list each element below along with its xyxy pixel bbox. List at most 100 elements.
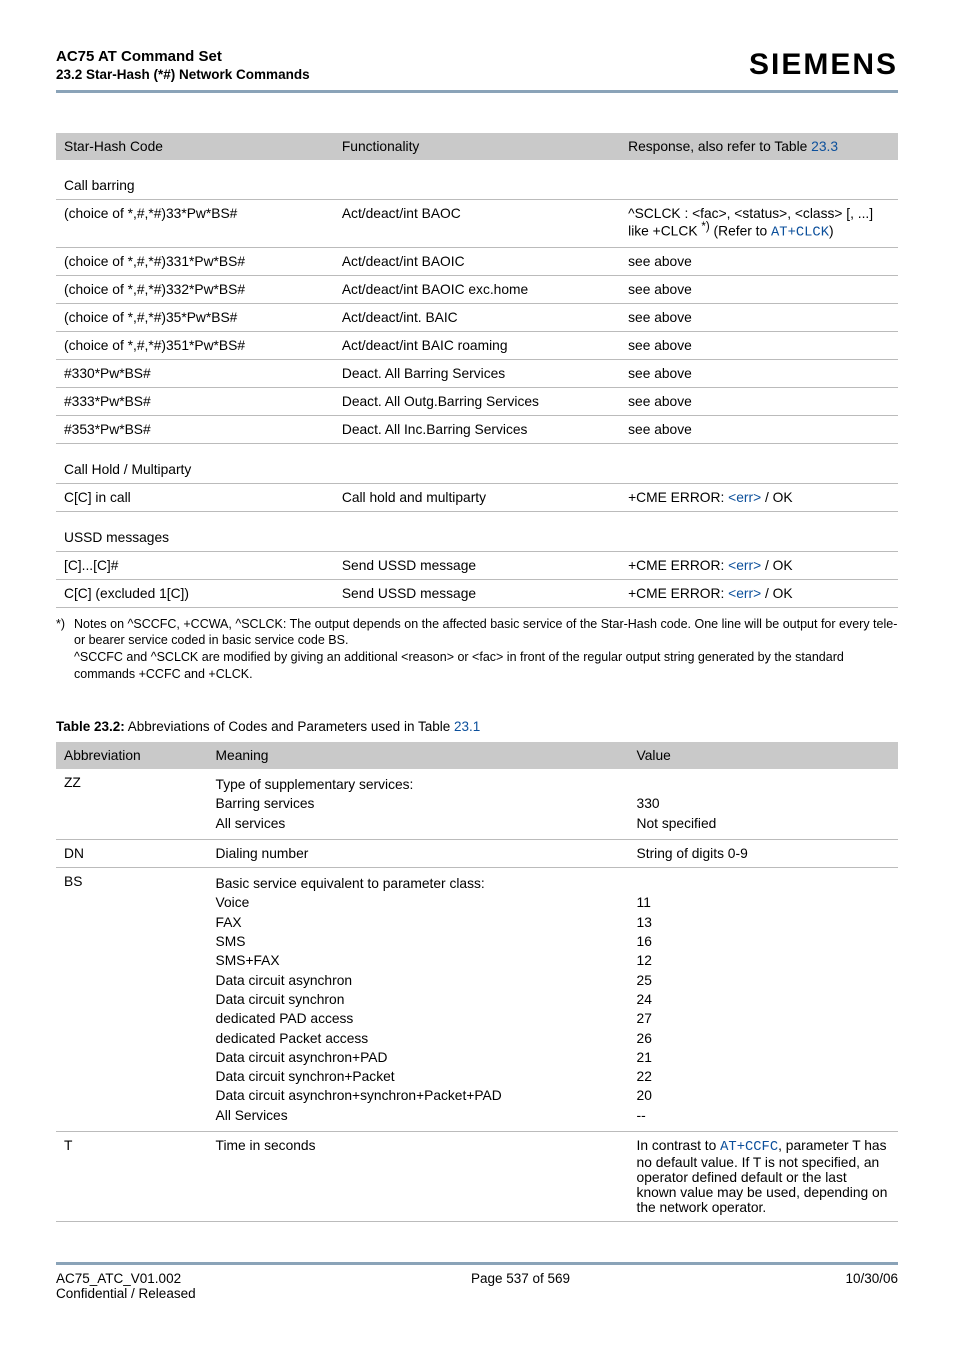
value-pre: In contrast to xyxy=(637,1138,721,1153)
cell-code: #330*Pw*BS# xyxy=(56,359,334,387)
col-abbrev: Abbreviation xyxy=(56,742,208,769)
cell-code: C[C] in call xyxy=(56,483,334,511)
section-row: Call Hold / Multiparty xyxy=(56,443,898,483)
abbrev-table: Abbreviation Meaning Value ZZ Type of su… xyxy=(56,742,898,1222)
footer-date: 10/30/06 xyxy=(845,1271,898,1301)
resp-sup: *) xyxy=(701,221,709,233)
table-header-row: Star-Hash Code Functionality Response, a… xyxy=(56,133,898,160)
cell-code: (choice of *,#,*#)351*Pw*BS# xyxy=(56,331,334,359)
table-row: DN Dialing number String of digits 0-9 xyxy=(56,840,898,868)
table-row: [C]...[C]# Send USSD message +CME ERROR:… xyxy=(56,551,898,579)
table2-caption: Table 23.2: Abbreviations of Codes and P… xyxy=(56,719,898,734)
cell-value: 11 13 16 12 25 24 27 26 21 22 20 -- xyxy=(629,868,898,1132)
err-link[interactable]: <err> xyxy=(728,558,761,573)
cell-code: (choice of *,#,*#)331*Pw*BS# xyxy=(56,247,334,275)
footnote-body: Notes on ^SCCFC, +CCWA, ^SCLCK: The outp… xyxy=(74,616,898,684)
section-title: USSD messages xyxy=(56,511,898,551)
cell-resp: +CME ERROR: <err> / OK xyxy=(620,483,898,511)
cell-resp: see above xyxy=(620,303,898,331)
table-row: C[C] in call Call hold and multiparty +C… xyxy=(56,483,898,511)
cell-abbr: BS xyxy=(56,868,208,1132)
cell-func: Act/deact/int. BAIC xyxy=(334,303,620,331)
cell-func: Deact. All Outg.Barring Services xyxy=(334,387,620,415)
section-row: Call barring xyxy=(56,160,898,200)
footnote: *) Notes on ^SCCFC, +CCWA, ^SCLCK: The o… xyxy=(56,616,898,684)
section-row: USSD messages xyxy=(56,511,898,551)
col-meaning: Meaning xyxy=(208,742,629,769)
cell-meaning: Type of supplementary services: Barring … xyxy=(208,769,629,839)
table-row: BS Basic service equivalent to parameter… xyxy=(56,868,898,1132)
col-response: Response, also refer to Table 23.3 xyxy=(620,133,898,160)
table-row: #353*Pw*BS# Deact. All Inc.Barring Servi… xyxy=(56,415,898,443)
response-table-link[interactable]: 23.3 xyxy=(811,139,838,154)
table2-caption-link[interactable]: 23.1 xyxy=(454,719,480,734)
resp-pre: +CME ERROR: xyxy=(628,586,728,601)
cell-func: Deact. All Inc.Barring Services xyxy=(334,415,620,443)
cell-resp: see above xyxy=(620,275,898,303)
section-title: Call barring xyxy=(56,160,898,200)
cell-meaning: Time in seconds xyxy=(208,1132,629,1222)
footer-page-number: Page 537 of 569 xyxy=(471,1271,570,1301)
col-response-label: Response, also refer to Table xyxy=(628,139,811,154)
table2-caption-bold: Table 23.2: xyxy=(56,719,125,734)
table-row: (choice of *,#,*#)332*Pw*BS# Act/deact/i… xyxy=(56,275,898,303)
cell-resp: see above xyxy=(620,415,898,443)
cell-meaning: Dialing number xyxy=(208,840,629,868)
resp-post: / OK xyxy=(761,586,792,601)
resp-pre: +CME ERROR: xyxy=(628,558,728,573)
table-row: ZZ Type of supplementary services: Barri… xyxy=(56,769,898,839)
table-row: (choice of *,#,*#)331*Pw*BS# Act/deact/i… xyxy=(56,247,898,275)
footer-left: AC75_ATC_V01.002 Confidential / Released xyxy=(56,1271,196,1301)
table-row: C[C] (excluded 1[C]) Send USSD message +… xyxy=(56,579,898,607)
cell-resp: see above xyxy=(620,331,898,359)
col-value: Value xyxy=(629,742,898,769)
cell-func: Deact. All Barring Services xyxy=(334,359,620,387)
cell-code: #353*Pw*BS# xyxy=(56,415,334,443)
cell-func: Send USSD message xyxy=(334,551,620,579)
header-rule xyxy=(56,90,898,93)
cell-code: C[C] (excluded 1[C]) xyxy=(56,579,334,607)
cell-resp: see above xyxy=(620,387,898,415)
cell-code: [C]...[C]# xyxy=(56,551,334,579)
cell-func: Act/deact/int BAOC xyxy=(334,200,620,248)
cell-func: Act/deact/int BAIC roaming xyxy=(334,331,620,359)
cell-code: (choice of *,#,*#)332*Pw*BS# xyxy=(56,275,334,303)
cell-abbr: T xyxy=(56,1132,208,1222)
resp-post: / OK xyxy=(761,558,792,573)
at-clck-link[interactable]: AT+CLCK xyxy=(771,226,829,241)
cell-resp: +CME ERROR: <err> / OK xyxy=(620,551,898,579)
cell-value: In contrast to AT+CCFC, parameter T has … xyxy=(629,1132,898,1222)
table-row: #330*Pw*BS# Deact. All Barring Services … xyxy=(56,359,898,387)
cell-resp: +CME ERROR: <err> / OK xyxy=(620,579,898,607)
cell-value: String of digits 0-9 xyxy=(629,840,898,868)
section-title: Call Hold / Multiparty xyxy=(56,443,898,483)
resp-post: ) xyxy=(829,224,834,239)
cell-resp: ^SCLCK : <fac>, <status>, <class> [, ...… xyxy=(620,200,898,248)
doc-title: AC75 AT Command Set xyxy=(56,48,310,65)
resp-post: / OK xyxy=(761,490,792,505)
at-ccfc-link[interactable]: AT+CCFC xyxy=(720,1140,778,1155)
resp-pre: +CME ERROR: xyxy=(628,490,728,505)
table-row: #333*Pw*BS# Deact. All Outg.Barring Serv… xyxy=(56,387,898,415)
cell-resp: see above xyxy=(620,359,898,387)
col-star-hash-code: Star-Hash Code xyxy=(56,133,334,160)
err-link[interactable]: <err> xyxy=(728,586,761,601)
cell-code: (choice of *,#,*#)33*Pw*BS# xyxy=(56,200,334,248)
page-footer: AC75_ATC_V01.002 Confidential / Released… xyxy=(56,1271,898,1301)
cell-func: Call hold and multiparty xyxy=(334,483,620,511)
cell-code: #333*Pw*BS# xyxy=(56,387,334,415)
brand-logo: SIEMENS xyxy=(749,48,898,82)
cell-func: Act/deact/int BAOIC xyxy=(334,247,620,275)
footer-rule xyxy=(56,1262,898,1265)
resp-mid: (Refer to xyxy=(710,224,771,239)
footer-confidentiality: Confidential / Released xyxy=(56,1286,196,1301)
page-header: AC75 AT Command Set 23.2 Star-Hash (*#) … xyxy=(56,48,898,82)
cell-code: (choice of *,#,*#)35*Pw*BS# xyxy=(56,303,334,331)
cell-value: 330 Not specified xyxy=(629,769,898,839)
star-hash-table: Star-Hash Code Functionality Response, a… xyxy=(56,133,898,608)
err-link[interactable]: <err> xyxy=(728,490,761,505)
table2-caption-rest: Abbreviations of Codes and Parameters us… xyxy=(125,719,454,734)
table-row: (choice of *,#,*#)351*Pw*BS# Act/deact/i… xyxy=(56,331,898,359)
cell-abbr: ZZ xyxy=(56,769,208,839)
table-row: (choice of *,#,*#)33*Pw*BS# Act/deact/in… xyxy=(56,200,898,248)
